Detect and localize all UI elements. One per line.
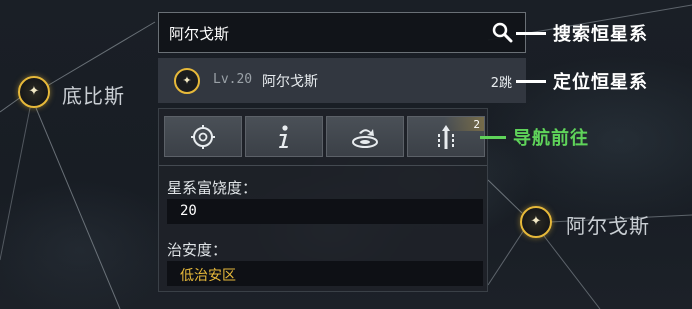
callout-search: 搜索恒星系: [553, 24, 648, 45]
jump-count-badge: 2: [473, 118, 480, 131]
locate-button[interactable]: [164, 116, 242, 157]
search-icon[interactable]: [492, 22, 514, 44]
callout-line-navigate: [480, 136, 506, 139]
star-system-panel: 2 星系富饶度： 20 治安度： 低治安区: [158, 108, 488, 292]
security-value-box: 低治安区: [167, 261, 483, 286]
star-icon: ✦: [174, 68, 200, 94]
callout-navigate: 导航前往: [513, 128, 589, 149]
warp-button[interactable]: [326, 116, 404, 157]
result-name: 阿尔戈斯: [262, 74, 318, 90]
callout-line-locate: [516, 80, 546, 83]
richness-label: 星系富饶度：: [167, 179, 258, 197]
star-system-argos[interactable]: ✦: [520, 206, 552, 238]
locate-icon: [191, 124, 215, 149]
result-jumps: 2跳: [490, 76, 512, 91]
jump-route-icon: [438, 124, 454, 149]
security-value: 低治安区: [180, 268, 236, 284]
star-icon: ✦: [530, 214, 542, 230]
callout-locate: 定位恒星系: [553, 72, 648, 93]
callout-line-search: [516, 32, 546, 35]
richness-value-box: 20: [167, 199, 483, 224]
divider: [159, 165, 487, 166]
search-result-row[interactable]: ✦ Lv.20 阿尔戈斯 2跳: [158, 58, 526, 103]
result-level: Lv.20: [213, 72, 253, 87]
info-icon: [279, 124, 288, 148]
star-label-thebes: 底比斯: [62, 84, 125, 108]
security-label: 治安度：: [167, 241, 228, 259]
search-field[interactable]: 阿尔戈斯: [158, 12, 526, 53]
search-input-value: 阿尔戈斯: [169, 25, 230, 43]
star-system-thebes[interactable]: ✦: [18, 76, 50, 108]
star-icon: ✦: [28, 84, 40, 100]
navigate-button[interactable]: 2: [407, 116, 485, 157]
warp-icon: [352, 128, 378, 148]
richness-value: 20: [180, 203, 197, 219]
info-button[interactable]: [245, 116, 323, 157]
star-label-argos: 阿尔戈斯: [566, 214, 650, 238]
